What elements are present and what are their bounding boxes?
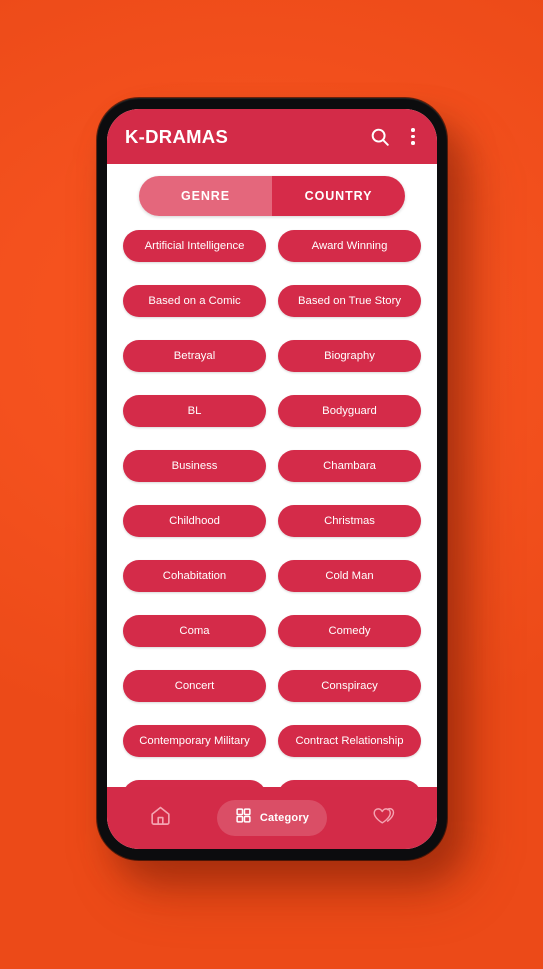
tab-genre-label: GENRE (181, 189, 230, 203)
overflow-dots (411, 128, 415, 145)
genre-chip-label: Christmas (324, 515, 375, 527)
tab-country[interactable]: COUNTRY (272, 176, 405, 216)
genre-chip-grid: Artificial Intelligence Award Winning Ba… (123, 230, 421, 787)
genre-chip[interactable]: Contract Relationship (278, 725, 421, 757)
genre-chip[interactable]: Childhood (123, 505, 266, 537)
genre-chip-label: Based on a Comic (148, 295, 241, 307)
tab-country-label: COUNTRY (304, 189, 373, 203)
genre-chip[interactable]: Based on a Comic (123, 285, 266, 317)
genre-chip-label: Business (171, 460, 218, 472)
genre-chip-label: Comedy (328, 625, 371, 637)
app-bar: K-DRAMAS (107, 109, 437, 164)
genre-chip-label: Contract Relationship (295, 735, 404, 747)
genre-chip[interactable]: Business (123, 450, 266, 482)
page-title: K-DRAMAS (125, 125, 229, 147)
genre-chip-label: Cohabitation (162, 570, 227, 582)
phone-screen: K-DRAMAS GENRE COUNTRY Artificial Intell… (107, 109, 437, 849)
genre-chip[interactable]: Cold Man (278, 560, 421, 592)
nav-item-home[interactable] (138, 798, 182, 838)
nav-item-category[interactable]: Category (216, 800, 328, 836)
genre-chip-label: Based on True Story (298, 295, 401, 307)
genre-chip-label: Biography (324, 350, 375, 362)
genre-chip-label: Artificial Intelligence (144, 240, 245, 252)
genre-chip[interactable]: Artificial Intelligence (123, 230, 266, 262)
genre-chip-label: Conspiracy (321, 680, 378, 692)
genre-chip[interactable]: Cohabitation (123, 560, 266, 592)
genre-chip[interactable]: Award Winning (278, 230, 421, 262)
genre-chip[interactable]: Chambara (278, 450, 421, 482)
more-vertical-icon[interactable] (403, 124, 423, 150)
grid-icon (235, 807, 252, 829)
genre-chip[interactable]: Contemporary Military (123, 725, 266, 757)
genre-chip[interactable]: Betrayal (123, 340, 266, 372)
genre-chip-label: Coma (179, 625, 210, 637)
genre-chip[interactable]: Biography (278, 340, 421, 372)
search-icon[interactable] (367, 124, 393, 150)
genre-chip[interactable] (278, 780, 421, 787)
genre-chip-label: Award Winning (311, 240, 388, 252)
home-icon (149, 804, 172, 832)
segmented-tab-control: GENRE COUNTRY (139, 176, 405, 216)
genre-list-scroll-area[interactable]: Artificial Intelligence Award Winning Ba… (107, 226, 437, 787)
genre-chip-label: Cold Man (325, 570, 374, 582)
genre-chip[interactable]: Christmas (278, 505, 421, 537)
double-heart-icon (371, 804, 396, 832)
bottom-navigation-bar: Category (107, 787, 437, 849)
genre-chip-label: Betrayal (173, 350, 216, 362)
genre-chip[interactable]: Comedy (278, 615, 421, 647)
genre-chip-label: BL (187, 405, 202, 417)
genre-chip-label: Contemporary Military (139, 735, 250, 747)
tab-bar-container: GENRE COUNTRY (107, 164, 437, 226)
nav-item-category-label: Category (259, 812, 310, 824)
phone-device-frame: K-DRAMAS GENRE COUNTRY Artificial Intell… (97, 98, 447, 860)
tab-genre[interactable]: GENRE (139, 176, 272, 216)
genre-chip[interactable]: Coma (123, 615, 266, 647)
genre-chip-label: Chambara (323, 460, 376, 472)
nav-item-favorites[interactable] (362, 798, 406, 838)
genre-chip[interactable]: Based on True Story (278, 285, 421, 317)
genre-chip[interactable]: Bodyguard (278, 395, 421, 427)
genre-chip[interactable]: BL (123, 395, 266, 427)
genre-chip-label: Childhood (169, 515, 220, 527)
genre-chip-label: Concert (174, 680, 215, 692)
genre-chip[interactable]: Conspiracy (278, 670, 421, 702)
genre-chip[interactable]: Concert (123, 670, 266, 702)
genre-chip-label: Bodyguard (322, 405, 377, 417)
genre-chip[interactable] (123, 780, 266, 787)
